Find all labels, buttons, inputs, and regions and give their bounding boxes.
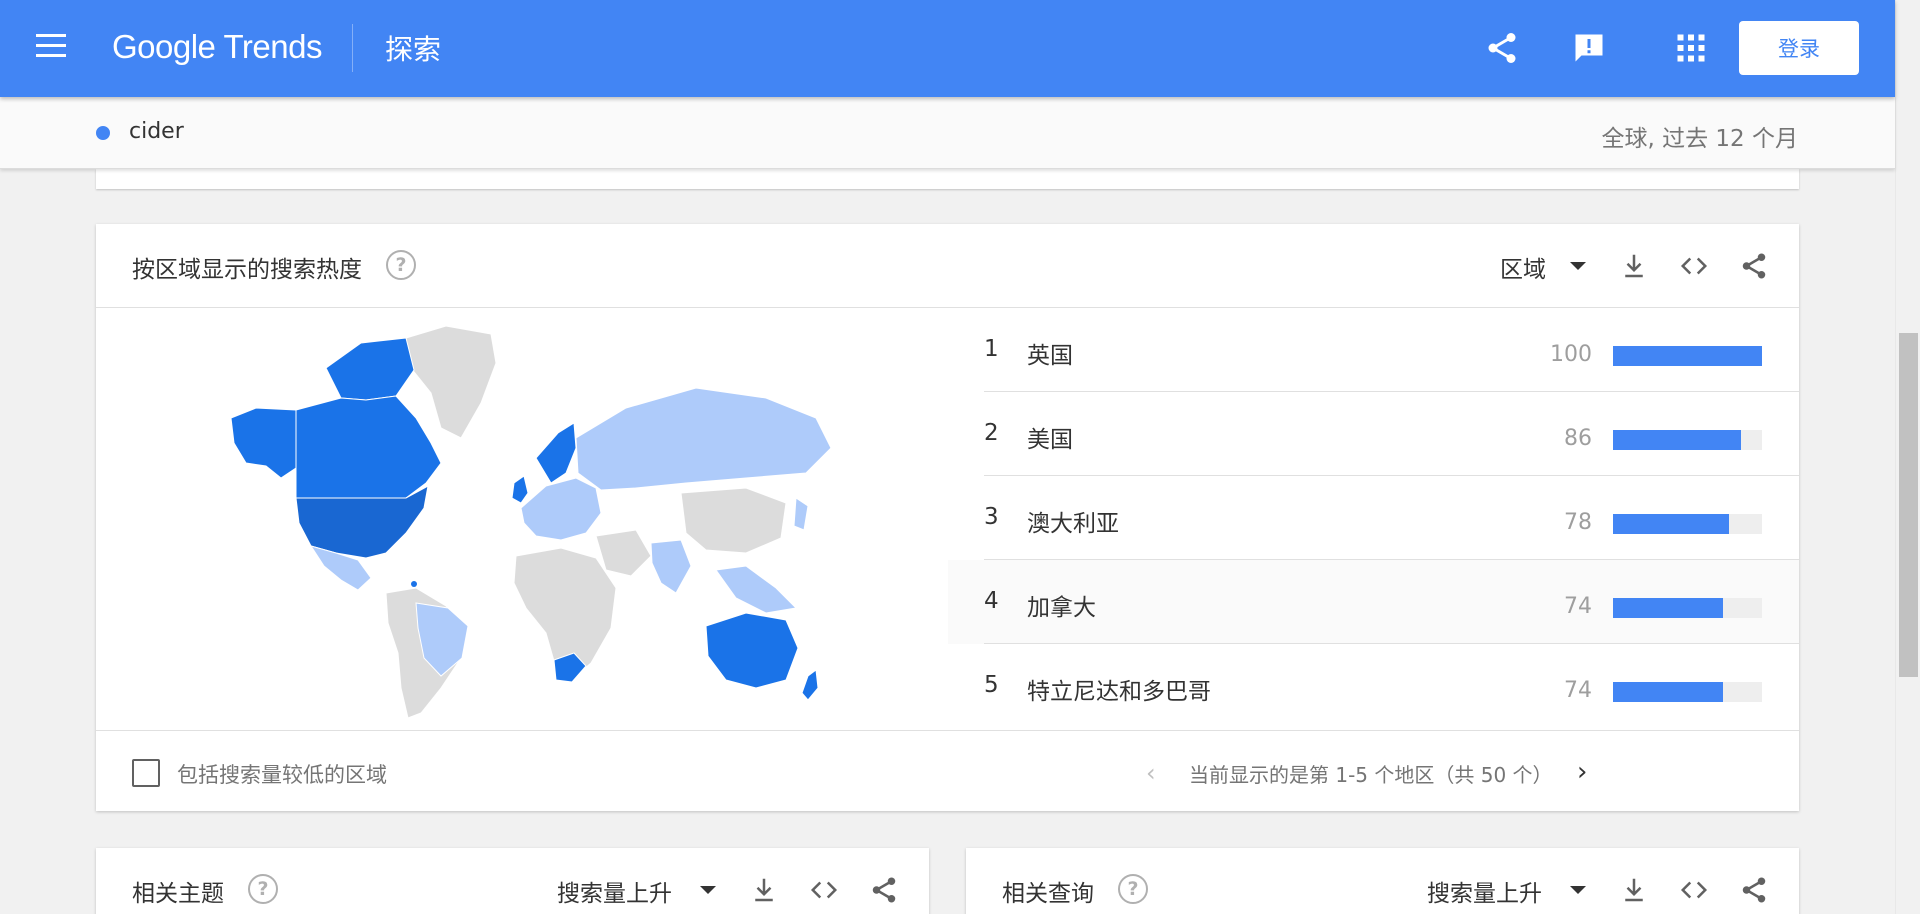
header-divider: [352, 24, 353, 72]
pager-status: 当前显示的是第 1-5 个地区（共 50 个）: [1189, 763, 1553, 787]
map-region-alaska: [230, 407, 297, 479]
resolution-select[interactable]: 区域: [1500, 250, 1546, 284]
world-map-svg: [230, 325, 832, 719]
list-item[interactable]: 1 英国 100: [948, 308, 1799, 392]
list-item[interactable]: 5 特立尼达和多巴哥 74: [948, 644, 1799, 728]
row-value: 74: [1564, 594, 1592, 619]
map-region-southeast-asia: [715, 565, 798, 614]
help-icon[interactable]: ?: [248, 874, 278, 904]
world-map[interactable]: [96, 308, 948, 730]
page-scrollbar[interactable]: [1895, 0, 1920, 914]
map-region-europe: [520, 477, 602, 541]
map-region-russia: [575, 387, 832, 491]
map-region-scandinavia: [535, 422, 577, 484]
row-rank: 5: [984, 672, 999, 698]
card-title: 按区域显示的搜索热度: [132, 257, 362, 283]
scrollbar-thumb[interactable]: [1899, 333, 1918, 677]
include-low-volume-checkbox[interactable]: [132, 759, 160, 787]
row-bar: [1613, 346, 1762, 366]
row-value: 86: [1564, 426, 1592, 451]
row-rank: 3: [984, 504, 999, 530]
previous-card: [96, 169, 1799, 189]
sort-select[interactable]: 搜索量上升: [557, 874, 672, 908]
row-bar-fill: [1613, 598, 1724, 618]
row-bar: [1613, 598, 1762, 618]
help-icon[interactable]: ?: [386, 250, 416, 280]
map-region-australia: [705, 612, 799, 689]
card-footer: 包括搜索量较低的区域 ‹ 当前显示的是第 1-5 个地区（共 50 个） ›: [96, 730, 1799, 811]
chevron-down-icon[interactable]: [1570, 886, 1586, 894]
embed-icon[interactable]: [809, 875, 839, 905]
list-item[interactable]: 3 澳大利亚 78: [948, 476, 1799, 560]
share-icon[interactable]: [1484, 30, 1520, 66]
chevron-down-icon[interactable]: [1570, 262, 1586, 270]
download-icon[interactable]: [1619, 875, 1649, 905]
row-bar: [1613, 682, 1762, 702]
search-term[interactable]: cider: [129, 119, 184, 144]
list-item[interactable]: 2 美国 86: [948, 392, 1799, 476]
apps-icon[interactable]: [1673, 30, 1709, 66]
row-region-name[interactable]: 加拿大: [1027, 588, 1096, 622]
sort-select[interactable]: 搜索量上升: [1427, 874, 1542, 908]
map-region-trinidad: [411, 581, 417, 587]
map-region-uk: [511, 475, 529, 504]
list-item[interactable]: 4 加拿大 74: [948, 560, 1799, 644]
term-color-dot: [96, 126, 110, 140]
related-topics-card: 相关主题 ? 搜索量上升: [96, 848, 929, 914]
card-title: 相关查询: [1002, 881, 1094, 907]
map-region-canada-north: [325, 337, 415, 401]
include-low-volume-label[interactable]: 包括搜索量较低的区域: [177, 759, 387, 789]
row-bar-fill: [1613, 346, 1762, 366]
row-rank: 2: [984, 420, 999, 446]
map-region-middle-east: [595, 529, 652, 577]
region-interest-card: 按区域显示的搜索热度 ? 区域 1 英国 100 2 美国 86 3 澳大利亚 …: [96, 224, 1799, 811]
row-value: 78: [1564, 510, 1592, 535]
page-title: 探索: [385, 33, 442, 66]
search-term-bar: cider 全球, 过去 12 个月: [0, 97, 1895, 169]
chevron-right-icon[interactable]: ›: [1577, 757, 1587, 787]
chevron-down-icon[interactable]: [700, 886, 716, 894]
login-button[interactable]: 登录: [1739, 21, 1859, 75]
row-bar: [1613, 514, 1762, 534]
help-icon[interactable]: ?: [1118, 874, 1148, 904]
embed-icon[interactable]: [1679, 875, 1709, 905]
map-region-india: [650, 539, 692, 594]
row-region-name[interactable]: 英国: [1027, 336, 1073, 370]
row-region-name[interactable]: 美国: [1027, 420, 1073, 454]
row-region-name[interactable]: 澳大利亚: [1027, 504, 1119, 538]
region-ranking-list: 1 英国 100 2 美国 86 3 澳大利亚 78 4 加拿大 74 5 特立…: [948, 308, 1799, 730]
map-region-china: [680, 487, 787, 554]
related-queries-card: 相关查询 ? 搜索量上升: [966, 848, 1799, 914]
share-icon[interactable]: [1739, 251, 1769, 281]
map-region-canada: [295, 395, 442, 499]
share-icon[interactable]: [869, 875, 899, 905]
row-bar-fill: [1613, 514, 1730, 534]
download-icon[interactable]: [749, 875, 779, 905]
card-header: 按区域显示的搜索热度 ? 区域: [96, 224, 1799, 308]
row-rank: 4: [984, 588, 999, 614]
map-region-japan: [793, 497, 809, 531]
search-scope: 全球, 过去 12 个月: [1601, 126, 1798, 152]
menu-icon[interactable]: [36, 34, 72, 62]
download-icon[interactable]: [1619, 251, 1649, 281]
app-header: Google Trends 探索 登录: [0, 0, 1895, 97]
row-bar-fill: [1613, 430, 1742, 450]
chevron-left-icon[interactable]: ‹: [1146, 759, 1156, 787]
map-region-new-zealand: [801, 669, 819, 701]
share-icon[interactable]: [1739, 875, 1769, 905]
row-region-name[interactable]: 特立尼达和多巴哥: [1027, 672, 1211, 706]
row-rank: 1: [984, 336, 999, 362]
row-value: 100: [1550, 342, 1592, 367]
card-title: 相关主题: [132, 881, 224, 907]
embed-icon[interactable]: [1679, 251, 1709, 281]
row-bar-fill: [1613, 682, 1724, 702]
google-trends-logo[interactable]: Google Trends: [112, 28, 322, 66]
feedback-icon[interactable]: [1571, 30, 1607, 66]
row-bar: [1613, 430, 1762, 450]
row-value: 74: [1564, 678, 1592, 703]
map-region-greenland: [405, 325, 497, 439]
